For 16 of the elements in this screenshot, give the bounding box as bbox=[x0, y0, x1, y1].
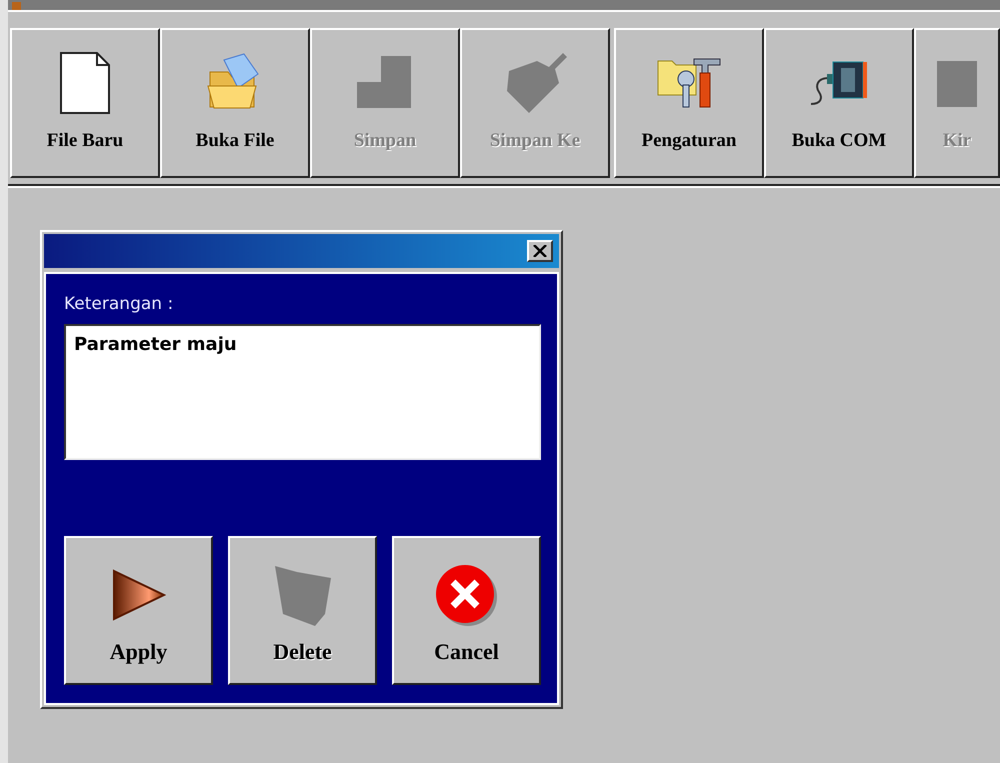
cancel-icon bbox=[434, 564, 498, 628]
field-label: Keterangan : bbox=[64, 294, 174, 314]
dialog-button[interactable]: Cancel bbox=[392, 536, 541, 685]
app-icon bbox=[12, 2, 21, 10]
disabled-tool-icon bbox=[937, 59, 977, 107]
dialog-button[interactable]: Apply bbox=[64, 536, 213, 685]
close-button[interactable] bbox=[527, 240, 553, 262]
toolbar-button[interactable]: Buka File bbox=[160, 28, 310, 178]
shield-shape-icon bbox=[272, 564, 332, 628]
description-field[interactable]: Parameter maju bbox=[64, 324, 541, 460]
toolbar-button[interactable]: File Baru bbox=[10, 28, 160, 178]
close-icon bbox=[533, 245, 547, 257]
blank-page-icon bbox=[59, 51, 111, 115]
play-arrow-icon bbox=[112, 569, 166, 623]
toolbar-button[interactable]: Buka COM bbox=[764, 28, 914, 178]
toolbar-button[interactable]: Pengaturan bbox=[614, 28, 764, 178]
